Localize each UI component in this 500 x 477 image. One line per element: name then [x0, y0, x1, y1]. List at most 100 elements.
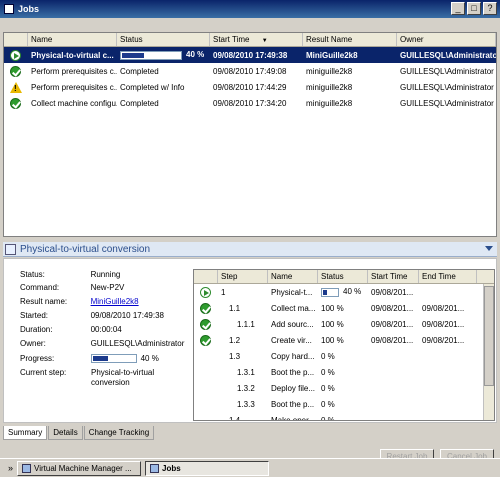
steps-column-name[interactable]: Name	[268, 270, 318, 283]
sort-descending-icon: ▼	[261, 38, 268, 44]
step-number: 1.3.1	[237, 367, 255, 377]
job-owner: GUILLESQL\Administrator	[400, 98, 494, 108]
job-name: Collect machine configu...	[31, 98, 117, 108]
command-label: Command:	[20, 283, 60, 292]
step-row[interactable]: 1.3 Copy hard... 0 %	[194, 348, 494, 364]
column-start-time[interactable]: Start Time ▼	[210, 33, 303, 46]
jobs-app-icon	[150, 463, 160, 473]
step-status: 0 %	[321, 367, 335, 377]
steps-column-start-time[interactable]: Start Time	[368, 270, 419, 283]
job-name: Perform prerequisites c...	[31, 82, 117, 92]
detail-tabs: Summary Details Change Tracking	[3, 426, 155, 440]
job-row[interactable]: Perform prerequisites c... Completed w/ …	[4, 79, 496, 95]
step-number: 1.4	[229, 415, 241, 421]
tab-details[interactable]: Details	[48, 426, 83, 440]
step-number: 1.1	[229, 303, 241, 313]
step-status: 100 %	[321, 335, 344, 345]
step-row[interactable]: 1.3.1 Boot the p... 0 %	[194, 364, 494, 380]
step-row[interactable]: 1 Physical-t... 40 % 09/08/201...	[194, 284, 494, 300]
job-start-time: 09/08/2010 17:44:29	[213, 82, 287, 92]
step-status: 0 %	[321, 415, 335, 421]
scrollbar-thumb[interactable]	[484, 286, 494, 386]
started-value: 09/08/2010 17:49:38	[90, 311, 164, 320]
steps-column-icon[interactable]	[194, 270, 218, 283]
step-number: 1	[221, 287, 226, 297]
maximize-button[interactable]: □	[467, 2, 481, 15]
column-result-name[interactable]: Result Name	[303, 33, 397, 46]
step-row[interactable]: 1.1.1 Add sourc... 100 % 09/08/201... 09/08/…	[194, 316, 494, 332]
completed-check-icon	[10, 65, 21, 77]
job-row[interactable]: Perform prerequisites c... Completed 09/…	[4, 63, 496, 79]
step-row[interactable]: 1.2 Create vir... 100 % 09/08/201... 09/08/2…	[194, 332, 494, 348]
tab-change-tracking[interactable]: Change Tracking	[83, 426, 155, 440]
steps-column-end-time[interactable]: End Time	[419, 270, 477, 283]
taskbar-overflow-icon[interactable]: »	[8, 463, 13, 473]
running-icon	[10, 49, 21, 61]
steps-column-status[interactable]: Status	[318, 270, 368, 283]
steps-vertical-scrollbar[interactable]	[483, 284, 494, 420]
duration-value: 00:00:04	[90, 325, 122, 334]
steps-column-step[interactable]: Step	[218, 270, 268, 283]
job-owner: GUILLESQL\Administrator	[400, 82, 494, 92]
job-name: Physical-to-virtual c...	[31, 50, 114, 60]
job-progress-text: 40 %	[186, 50, 205, 60]
job-result-name: miniguille2k8	[306, 66, 353, 76]
job-owner: GUILLESQL\Administrator	[400, 66, 494, 76]
steps-grid[interactable]: Step Name Status Start Time End Time 1 Ph…	[193, 269, 495, 421]
jobs-grid[interactable]: Name Status Start Time ▼ Result Name Own…	[3, 32, 497, 237]
jobs-window-icon	[4, 4, 14, 14]
step-row[interactable]: 1.4 Make oper... 0 %	[194, 412, 494, 421]
running-icon	[200, 286, 211, 298]
step-end-time: 09/08/201...	[422, 319, 465, 329]
step-icon-cell	[194, 318, 218, 330]
column-start-time-label: Start Time	[213, 35, 250, 44]
step-name: Collect ma...	[271, 303, 316, 313]
step-name: Boot the p...	[271, 367, 315, 377]
collapse-chevron-icon[interactable]	[485, 246, 493, 251]
step-end-time: 09/08/201...	[422, 303, 465, 313]
completed-check-icon	[200, 318, 211, 330]
help-button[interactable]: ?	[483, 2, 497, 15]
result-name-label: Result name:	[20, 297, 68, 306]
job-status: Completed	[120, 98, 159, 108]
detail-progress-bar	[90, 354, 137, 364]
duration-label: Duration:	[20, 325, 53, 334]
step-number: 1.3.2	[237, 383, 255, 393]
job-progress-fill	[122, 52, 144, 58]
command-value: New-P2V	[90, 283, 125, 292]
step-status: 100 %	[321, 319, 344, 329]
job-result-name: miniguille2k8	[306, 82, 353, 92]
job-row[interactable]: Physical-to-virtual c... 40 % 09/08/2010…	[4, 47, 496, 63]
step-number: 1.3.3	[237, 399, 255, 409]
step-name: Make oper...	[271, 415, 316, 421]
taskbar-item-label: Virtual Machine Manager ...	[34, 463, 132, 473]
minimize-button[interactable]: _	[451, 2, 465, 15]
step-row[interactable]: 1.1 Collect ma... 100 % 09/08/201... 09/08/2…	[194, 300, 494, 316]
step-status: 40 %	[318, 287, 368, 297]
step-row[interactable]: 1.3.2 Deploy file... 0 %	[194, 380, 494, 396]
step-number: 1.3	[229, 351, 241, 361]
result-name-link[interactable]: MiniGuille2k8	[91, 297, 190, 306]
column-icon[interactable]	[4, 33, 28, 46]
step-row[interactable]: 1.3.3 Boot the p... 0 %	[194, 396, 494, 412]
tab-summary[interactable]: Summary	[3, 426, 48, 440]
window-title-bar: Jobs _ □ ?	[0, 0, 500, 18]
steps-grid-header: Step Name Status Start Time End Time	[194, 270, 494, 284]
step-icon-cell	[194, 334, 218, 346]
step-status: 0 %	[321, 351, 335, 361]
job-start-time: 09/08/2010 17:49:08	[213, 66, 287, 76]
taskbar-item-vmm[interactable]: Virtual Machine Manager ...	[17, 460, 142, 476]
taskbar-item-jobs[interactable]: Jobs	[145, 460, 270, 476]
taskbar-item-label: Jobs	[162, 463, 181, 473]
step-status: 100 %	[321, 303, 344, 313]
column-name[interactable]: Name	[28, 33, 117, 46]
job-row[interactable]: Collect machine configu... Completed 09/…	[4, 95, 496, 111]
column-status[interactable]: Status	[117, 33, 210, 46]
column-owner[interactable]: Owner	[397, 33, 496, 46]
job-name: Perform prerequisites c...	[31, 66, 117, 76]
step-name: Create vir...	[271, 335, 312, 345]
step-start-time: 09/08/201...	[371, 287, 414, 297]
owner-value: GUILLESQL\Administrator	[90, 339, 185, 348]
taskbar: » Virtual Machine Manager ... Jobs	[0, 458, 500, 477]
job-details-icon	[5, 243, 16, 255]
